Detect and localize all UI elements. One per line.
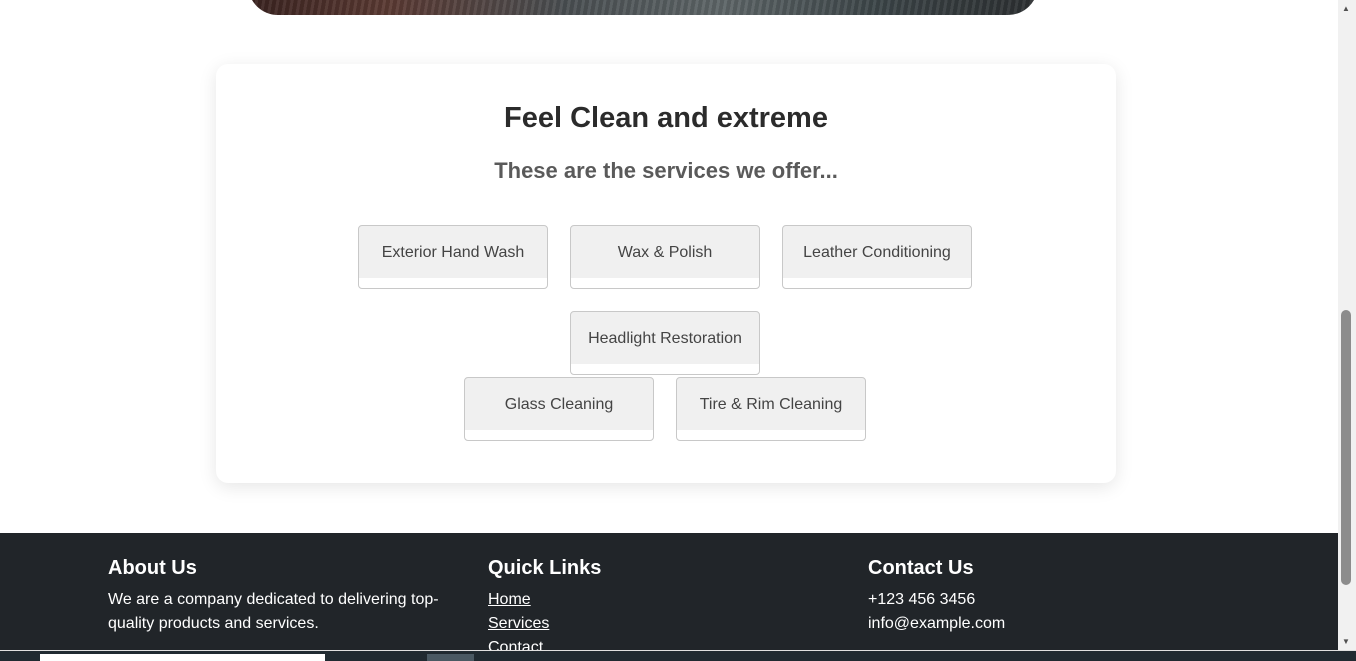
footer-contact: Contact Us +123 456 3456 info@example.co… (868, 557, 1228, 636)
service-tire-rim-cleaning-button[interactable]: Tire & Rim Cleaning (676, 377, 866, 441)
footer-about-text: We are a company dedicated to delivering… (108, 591, 439, 632)
services-title: Feel Clean and extreme (504, 102, 828, 134)
service-headlight-restoration-button[interactable]: Headlight Restoration (570, 311, 760, 375)
page-viewport: Feel Clean and extreme These are the ser… (0, 0, 1338, 650)
footer-link-home[interactable]: Home (488, 588, 848, 612)
footer-link-services[interactable]: Services (488, 612, 848, 636)
footer-about: About Us We are a company dedicated to d… (108, 557, 468, 636)
footer-contact-heading: Contact Us (868, 557, 974, 579)
services-subtitle: These are the services we offer... (494, 158, 838, 183)
footer-quick-links-heading: Quick Links (488, 557, 602, 579)
os-taskbar (0, 650, 1356, 661)
service-wax-polish-button[interactable]: Wax & Polish (570, 225, 760, 289)
footer-contact-phone: +123 456 3456 (868, 591, 976, 608)
service-exterior-hand-wash-button[interactable]: Exterior Hand Wash (358, 225, 548, 289)
site-footer: About Us We are a company dedicated to d… (0, 533, 1338, 650)
footer-link-contact[interactable]: Contact (488, 636, 848, 650)
scroll-up-arrow-icon[interactable]: ▲ (1342, 4, 1350, 13)
scrollbar-thumb[interactable] (1341, 310, 1351, 585)
hero-image (248, 0, 1038, 15)
vertical-scrollbar[interactable]: ▲ ▼ (1338, 0, 1356, 650)
footer-quick-links: Quick Links Home Services Contact (488, 557, 848, 650)
service-leather-conditioning-button[interactable]: Leather Conditioning (782, 225, 972, 289)
service-glass-cleaning-button[interactable]: Glass Cleaning (464, 377, 654, 441)
services-card: Feel Clean and extreme These are the ser… (216, 64, 1116, 483)
footer-contact-email: info@example.com (868, 615, 1006, 632)
scroll-down-arrow-icon[interactable]: ▼ (1342, 637, 1350, 646)
footer-about-heading: About Us (108, 557, 197, 579)
